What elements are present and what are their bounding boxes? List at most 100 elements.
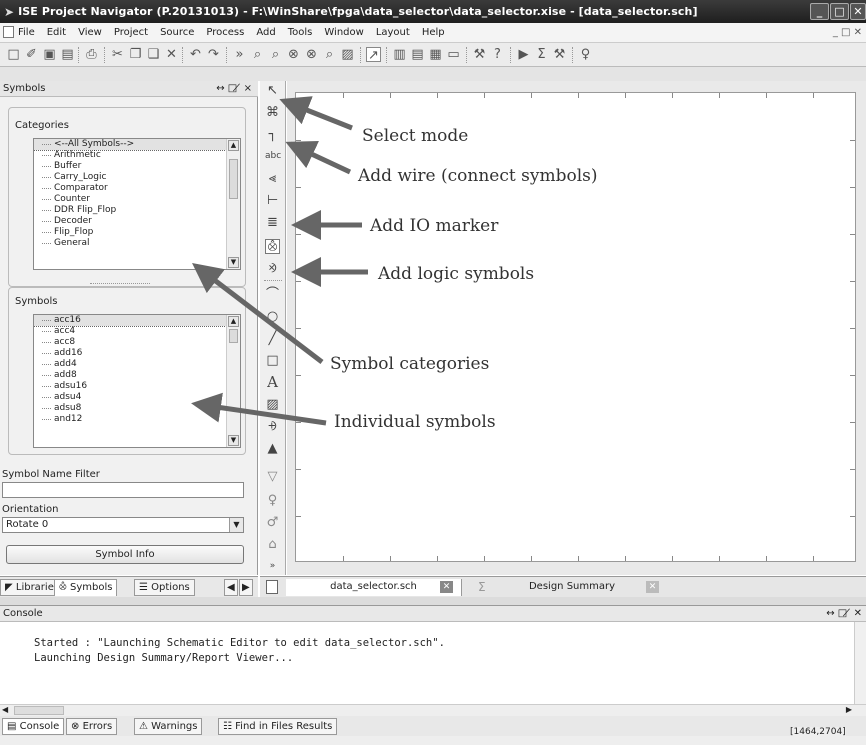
- scroll-left-icon[interactable]: ◀: [2, 705, 8, 714]
- list-item[interactable]: add16: [34, 348, 240, 359]
- refresh-icon[interactable]: ▨: [340, 47, 355, 62]
- menu-add[interactable]: Add: [256, 27, 275, 38]
- window-tile-icon[interactable]: ▤: [410, 47, 425, 62]
- list-item[interactable]: acc16: [34, 315, 240, 327]
- add-logic-symbol-icon[interactable]: ⨵: [265, 261, 280, 276]
- mdi-controls[interactable]: _ □ ✕: [833, 27, 862, 38]
- add-symbol-icon[interactable]: ⨶: [265, 239, 280, 255]
- copy-icon[interactable]: ❐: [128, 47, 143, 62]
- maximize-button[interactable]: □: [830, 3, 849, 20]
- print-icon[interactable]: ⎙: [84, 47, 99, 62]
- schematic-sheet[interactable]: [295, 92, 856, 562]
- menu-tools[interactable]: Tools: [288, 27, 313, 38]
- list-item[interactable]: add8: [34, 370, 240, 381]
- list-item[interactable]: Carry_Logic: [34, 172, 240, 183]
- select-tool-icon[interactable]: ↗: [366, 47, 381, 63]
- scroll-up-icon[interactable]: ▲: [228, 316, 239, 327]
- menu-project[interactable]: Project: [114, 27, 148, 38]
- save-icon[interactable]: ▣: [42, 47, 57, 62]
- sigma-icon[interactable]: Σ: [534, 47, 549, 62]
- list-item[interactable]: adsu4: [34, 392, 240, 403]
- plot-icon[interactable]: ▲: [265, 441, 280, 456]
- list-item[interactable]: Arithmetic: [34, 150, 240, 161]
- close-button[interactable]: ✕: [850, 3, 866, 20]
- tab-scroll-right[interactable]: ▶: [239, 579, 253, 596]
- list-item[interactable]: adsu16: [34, 381, 240, 392]
- list-item[interactable]: Flip_Flop: [34, 227, 240, 238]
- undo-icon[interactable]: ↶: [188, 47, 203, 62]
- window-cascade-icon[interactable]: ▥: [392, 47, 407, 62]
- scroll-thumb[interactable]: [14, 706, 64, 715]
- scroll-down-icon[interactable]: ▼: [228, 435, 239, 446]
- redo-icon[interactable]: ↷: [206, 47, 221, 62]
- console-output[interactable]: Started : "Launching Schematic Editor to…: [0, 622, 866, 704]
- menu-layout[interactable]: Layout: [376, 27, 410, 38]
- image-icon[interactable]: ▨: [265, 397, 280, 412]
- minimize-button[interactable]: _: [810, 3, 829, 20]
- filter-icon[interactable]: ▽: [265, 469, 280, 484]
- select-mode-icon[interactable]: ↖: [265, 83, 280, 98]
- more-tools-icon[interactable]: »: [265, 559, 280, 574]
- menu-source[interactable]: Source: [160, 27, 194, 38]
- list-item[interactable]: <--All Symbols-->: [34, 139, 240, 151]
- tab-options[interactable]: ☰ Options: [134, 579, 195, 596]
- zoom-selected-icon[interactable]: ⊗: [304, 47, 319, 62]
- list-item[interactable]: Decoder: [34, 216, 240, 227]
- list-item[interactable]: and12: [34, 414, 240, 425]
- scroll-thumb[interactable]: [229, 329, 238, 343]
- menu-help[interactable]: Help: [422, 27, 445, 38]
- menu-window[interactable]: Window: [324, 27, 363, 38]
- rectangle-icon[interactable]: □: [265, 353, 280, 368]
- toolbar-overflow-icon[interactable]: »: [232, 47, 247, 62]
- probe-icon[interactable]: ⚒: [552, 47, 567, 62]
- cut-icon[interactable]: ✂: [110, 47, 125, 62]
- add-io-marker-icon[interactable]: ≣: [265, 215, 280, 230]
- instance-icon[interactable]: ⨮: [265, 419, 280, 434]
- console-vscroll[interactable]: [854, 622, 866, 704]
- window-tile-v-icon[interactable]: ▦: [428, 47, 443, 62]
- paste-icon[interactable]: ❑: [146, 47, 161, 62]
- zoom-full-icon[interactable]: ⊗: [286, 47, 301, 62]
- tab-design-summary[interactable]: Design Summary: [492, 579, 652, 596]
- categories-scrollbar[interactable]: ▲ ▼: [226, 139, 240, 269]
- close-tab-icon[interactable]: ✕: [440, 581, 453, 593]
- tab-console[interactable]: ▤ Console: [2, 718, 65, 735]
- list-item[interactable]: Comparator: [34, 183, 240, 194]
- list-item[interactable]: adsu8: [34, 403, 240, 414]
- scroll-right-icon[interactable]: ▶: [846, 705, 852, 714]
- open-file-icon[interactable]: ✐: [24, 47, 39, 62]
- new-file-icon[interactable]: □: [6, 47, 21, 62]
- symbol-name-filter-input[interactable]: [2, 482, 244, 498]
- splitter[interactable]: [90, 283, 150, 284]
- menu-view[interactable]: View: [78, 27, 102, 38]
- tab-find-in-files[interactable]: ☷ Find in Files Results: [218, 718, 338, 735]
- symbols-list[interactable]: acc16 acc4 acc8 add16 add4 add8 adsu16 a…: [33, 314, 241, 448]
- list-item[interactable]: General: [34, 238, 240, 249]
- window-float-icon[interactable]: ▭: [446, 47, 461, 62]
- zoom-in-icon[interactable]: ⌕: [250, 47, 265, 62]
- help-pointer-icon[interactable]: ?: [490, 47, 505, 62]
- add-wire-icon[interactable]: ┐: [265, 127, 280, 142]
- hammer-icon[interactable]: ⚒: [472, 47, 487, 62]
- line-icon[interactable]: ╱: [265, 331, 280, 346]
- list-item[interactable]: acc4: [34, 326, 240, 337]
- list-item[interactable]: Buffer: [34, 161, 240, 172]
- menu-edit[interactable]: Edit: [47, 27, 66, 38]
- arc-icon[interactable]: ⌒: [265, 287, 280, 302]
- zoom-out-icon[interactable]: ⌕: [268, 47, 283, 62]
- scroll-thumb[interactable]: [229, 159, 238, 199]
- console-dock-controls[interactable]: ↔ □ ̸ ✕: [826, 606, 862, 621]
- list-item[interactable]: add4: [34, 359, 240, 370]
- list-item[interactable]: acc8: [34, 337, 240, 348]
- run-icon[interactable]: ▶: [516, 47, 531, 62]
- zoom-prev-icon[interactable]: ⌕: [322, 47, 337, 62]
- tab-warnings[interactable]: ⚠ Warnings: [134, 718, 203, 735]
- menu-file[interactable]: File: [18, 27, 35, 38]
- chevron-down-icon[interactable]: ▼: [229, 518, 243, 532]
- person-icon[interactable]: ♂: [265, 515, 280, 530]
- tab-symbols[interactable]: ⨶ Symbols: [54, 579, 118, 596]
- select-area-icon[interactable]: ⌘: [265, 105, 280, 120]
- lightbulb-icon[interactable]: ♀: [578, 47, 593, 62]
- tab-scroll-left[interactable]: ◀: [224, 579, 238, 596]
- circle-icon[interactable]: ○: [265, 309, 280, 324]
